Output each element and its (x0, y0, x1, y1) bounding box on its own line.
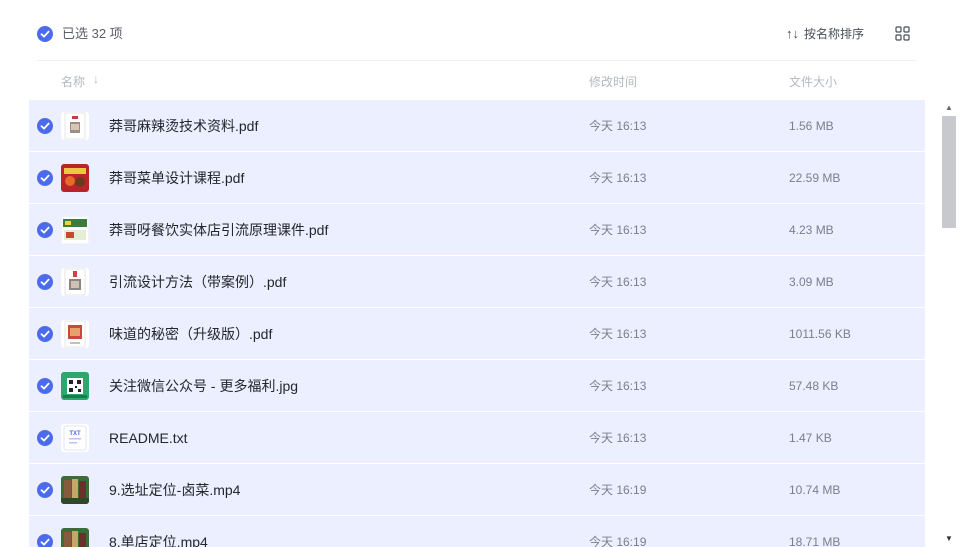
column-header: 名称 ↓ 修改时间 文件大小 (0, 61, 965, 100)
select-all-checkbox[interactable] (37, 26, 53, 42)
sort-label: 按名称排序 (804, 27, 865, 41)
file-name[interactable]: 味道的秘密（升级版）.pdf (109, 325, 272, 343)
row-checkbox[interactable] (37, 378, 53, 394)
file-modified-time: 今天 16:13 (589, 379, 647, 393)
video-thumbnail-icon (61, 528, 89, 547)
pdf-thumbnail-icon (61, 216, 89, 244)
file-size: 4.23 MB (789, 223, 834, 237)
file-size: 22.59 MB (789, 171, 841, 185)
pdf-thumbnail-icon (61, 164, 89, 192)
row-checkbox[interactable] (37, 222, 53, 238)
check-icon (40, 538, 50, 546)
txt-file-icon: TXT (61, 424, 89, 452)
row-checkbox[interactable] (37, 430, 53, 446)
selection-count: 已选 32 项 (62, 26, 123, 41)
row-checkbox[interactable] (37, 118, 53, 134)
column-name-header[interactable]: 名称 (61, 73, 85, 90)
file-name[interactable]: 关注微信公众号 - 更多福利.jpg (109, 377, 298, 395)
row-checkbox[interactable] (37, 534, 53, 547)
file-modified-time: 今天 16:13 (589, 223, 647, 237)
file-row[interactable]: 引流设计方法（带案例）.pdf 今天 16:13 3.09 MB (29, 256, 925, 307)
file-name[interactable]: 莽哥菜单设计课程.pdf (109, 169, 244, 187)
file-row[interactable]: 莽哥麻辣烫技术资料.pdf 今天 16:13 1.56 MB (29, 100, 925, 151)
file-modified-time: 今天 16:19 (589, 535, 647, 547)
file-row[interactable]: 9.选址定位-卤菜.mp4 今天 16:19 10.74 MB (29, 464, 925, 515)
row-checkbox[interactable] (37, 274, 53, 290)
file-modified-time: 今天 16:13 (589, 171, 647, 185)
file-row[interactable]: 味道的秘密（升级版）.pdf 今天 16:13 1011.56 KB (29, 308, 925, 359)
column-time-header[interactable]: 修改时间 (589, 73, 637, 90)
pdf-thumbnail-icon (61, 320, 89, 348)
file-size: 10.74 MB (789, 483, 841, 497)
check-icon (40, 330, 50, 338)
check-icon (40, 434, 50, 442)
row-checkbox[interactable] (37, 170, 53, 186)
file-size: 18.71 MB (789, 535, 841, 547)
toolbar: 已选 32 项 ↑↓ 按名称排序 (0, 0, 965, 60)
grid-view-button[interactable] (895, 26, 910, 41)
grid-view-icon (895, 26, 910, 41)
file-row[interactable]: TXT README.txt 今天 16:13 1.47 KB (29, 412, 925, 463)
scrollbar-thumb[interactable] (942, 116, 956, 228)
file-modified-time: 今天 16:13 (589, 431, 647, 445)
file-size: 57.48 KB (789, 379, 839, 393)
file-modified-time: 今天 16:13 (589, 275, 647, 289)
row-checkbox[interactable] (37, 482, 53, 498)
sort-arrows-icon: ↑↓ (786, 26, 799, 41)
file-modified-time: 今天 16:13 (589, 119, 647, 133)
file-modified-time: 今天 16:19 (589, 483, 647, 497)
file-name[interactable]: README.txt (109, 429, 188, 447)
check-icon (40, 30, 50, 38)
check-icon (40, 226, 50, 234)
file-name[interactable]: 引流设计方法（带案例）.pdf (109, 273, 286, 291)
file-row[interactable]: 莽哥呀餐饮实体店引流原理课件.pdf 今天 16:13 4.23 MB (29, 204, 925, 255)
scroll-down-icon[interactable]: ▼ (945, 535, 953, 543)
sort-by-name-button[interactable]: ↑↓ 按名称排序 (786, 25, 864, 43)
file-name[interactable]: 莽哥麻辣烫技术资料.pdf (109, 117, 258, 135)
file-size: 3.09 MB (789, 275, 834, 289)
column-size-header[interactable]: 文件大小 (789, 73, 837, 90)
video-thumbnail-icon (61, 476, 89, 504)
scrollbar[interactable]: ▲ ▼ (941, 100, 957, 547)
pdf-thumbnail-icon (61, 268, 89, 296)
file-name[interactable]: 9.选址定位-卤菜.mp4 (109, 481, 240, 499)
txt-icon-label: TXT (69, 431, 81, 437)
file-name[interactable]: 莽哥呀餐饮实体店引流原理课件.pdf (109, 221, 328, 239)
pdf-thumbnail-icon (61, 112, 89, 140)
file-row[interactable]: 8.单店定位.mp4 今天 16:19 18.71 MB (29, 516, 925, 547)
sort-down-icon: ↓ (93, 72, 99, 86)
check-icon (40, 486, 50, 494)
file-name[interactable]: 8.单店定位.mp4 (109, 533, 208, 547)
check-icon (40, 278, 50, 286)
check-icon (40, 174, 50, 182)
file-row[interactable]: 关注微信公众号 - 更多福利.jpg 今天 16:13 57.48 KB (29, 360, 925, 411)
check-icon (40, 122, 50, 130)
file-size: 1.56 MB (789, 119, 834, 133)
file-modified-time: 今天 16:13 (589, 327, 647, 341)
file-size: 1011.56 KB (789, 327, 851, 341)
file-size: 1.47 KB (789, 431, 832, 445)
file-list: 莽哥麻辣烫技术资料.pdf 今天 16:13 1.56 MB 莽哥菜单设计课程.pdf… (29, 100, 925, 547)
scroll-up-icon[interactable]: ▲ (945, 104, 953, 112)
file-row[interactable]: 莽哥菜单设计课程.pdf 今天 16:13 22.59 MB (29, 152, 925, 203)
qr-image-thumbnail-icon (61, 372, 89, 400)
row-checkbox[interactable] (37, 326, 53, 342)
check-icon (40, 382, 50, 390)
